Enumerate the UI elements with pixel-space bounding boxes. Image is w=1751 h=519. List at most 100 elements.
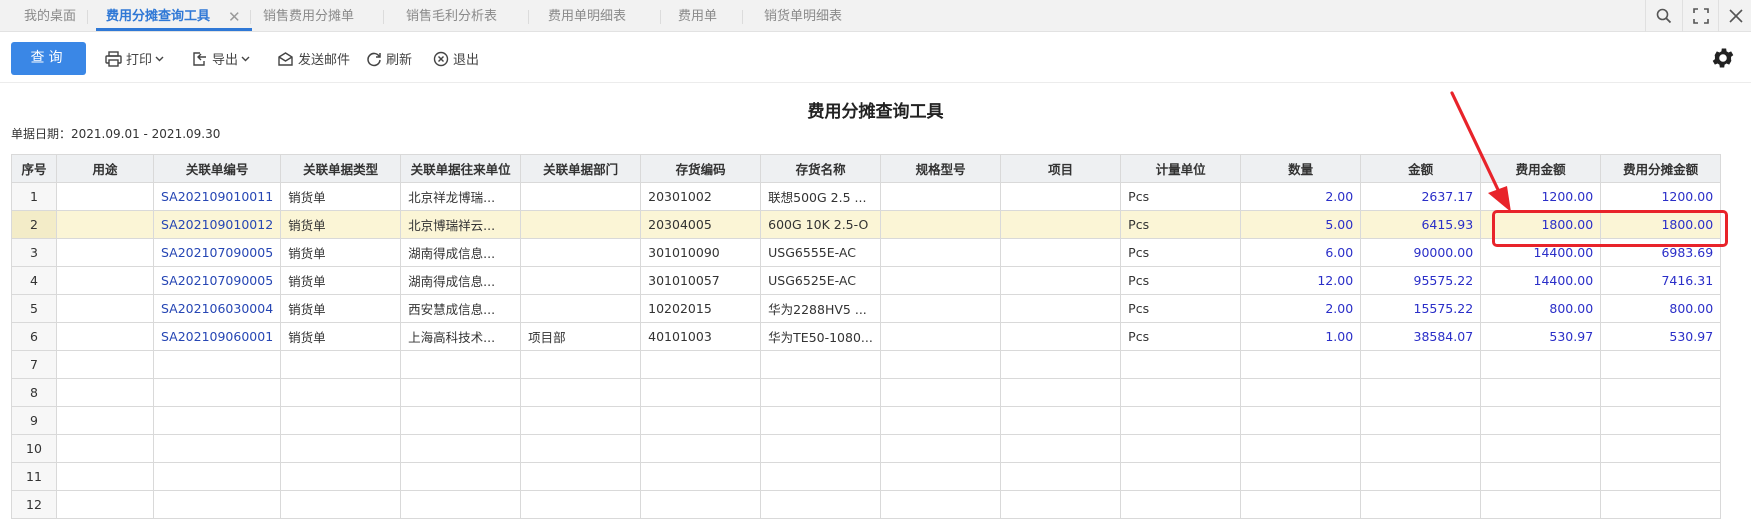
cell-dept	[520, 490, 642, 519]
tab-sales-gross-profit[interactable]: 销售毛利分析表	[406, 0, 497, 32]
cell-expense-amount	[1480, 462, 1602, 491]
header-project[interactable]: 项目	[1000, 154, 1122, 183]
header-spec[interactable]: 规格型号	[880, 154, 1002, 183]
header-item-code[interactable]: 存货编码	[640, 154, 762, 183]
table-row[interactable]: 1 SA202109010011 销货单 北京祥龙博瑞... 20301002 联想500…	[11, 182, 1722, 211]
cell-item-name: USG6525E-AC	[760, 266, 882, 295]
header-expense-amount[interactable]: 费用金额	[1480, 154, 1602, 183]
table-row[interactable]: 5 SA202106030004 销货单 西安慧成信息... 10202015 华为228…	[11, 294, 1722, 323]
tab-bar: 我的桌面 费用分摊查询工具 ✕ 销售费用分摊单 销售毛利分析表 费用单明细表 费…	[0, 0, 1751, 32]
cell-unit: Pcs	[1120, 322, 1242, 351]
header-index[interactable]: 序号	[11, 154, 57, 183]
cell-doc-no[interactable]: SA202109010012	[152, 210, 282, 239]
fullscreen-icon[interactable]	[1685, 0, 1717, 32]
cell-purpose	[56, 350, 154, 379]
active-tab-indicator	[96, 28, 252, 31]
refresh-label: 刷新	[386, 53, 413, 68]
cell-index: 7	[11, 350, 57, 379]
table-row[interactable]: 3 SA202107090005 销货单 湖南得成信息... 301010090 USG6…	[11, 238, 1722, 267]
header-purpose[interactable]: 用途	[56, 154, 154, 183]
cell-doc-type: 销货单	[280, 182, 402, 211]
cell-project	[1000, 490, 1122, 519]
cell-spec	[880, 294, 1002, 323]
table-row[interactable]: 10	[11, 434, 1722, 463]
cell-dept	[520, 294, 642, 323]
cell-index: 4	[11, 266, 57, 295]
exit-button[interactable]: 退出	[433, 42, 479, 75]
tab-expense-detail[interactable]: 费用单明细表	[548, 0, 626, 32]
cell-expense-amount: 14400.00	[1480, 238, 1602, 267]
header-allocated-amount[interactable]: 费用分摊金额	[1600, 154, 1722, 183]
close-icon[interactable]	[1720, 0, 1751, 32]
header-item-name[interactable]: 存货名称	[760, 154, 882, 183]
cell-dept	[520, 378, 642, 407]
refresh-button[interactable]: 刷新	[366, 42, 412, 75]
cell-expense-amount: 530.97	[1480, 322, 1602, 351]
cell-unit	[1120, 434, 1242, 463]
cell-purpose	[56, 322, 154, 351]
cell-project	[1000, 210, 1122, 239]
cell-item-name	[760, 434, 882, 463]
tab-sales-expense-allocation[interactable]: 销售费用分摊单	[263, 0, 354, 32]
cell-item-code	[640, 434, 762, 463]
cell-doc-no[interactable]: SA202109060001	[152, 322, 282, 351]
cell-doc-no[interactable]: SA202107090005	[152, 238, 282, 267]
export-button[interactable]: 导出	[191, 42, 254, 75]
window-separator	[1682, 0, 1683, 32]
cell-doc-no	[152, 434, 282, 463]
cell-partner: 西安慧成信息...	[400, 294, 522, 323]
cell-project	[1000, 434, 1122, 463]
header-linked-doc-type[interactable]: 关联单据类型	[280, 154, 402, 183]
table-row[interactable]: 11	[11, 462, 1722, 491]
cell-index: 10	[11, 434, 57, 463]
table-row[interactable]: 7	[11, 350, 1722, 379]
cell-index: 5	[11, 294, 57, 323]
print-button[interactable]: 打印	[105, 42, 168, 75]
header-amount[interactable]: 金额	[1360, 154, 1482, 183]
tab-my-desktop[interactable]: 我的桌面	[24, 0, 76, 32]
cell-amount	[1360, 434, 1482, 463]
export-label: 导出	[212, 53, 239, 68]
cell-spec	[880, 406, 1002, 435]
tab-sales-detail[interactable]: 销货单明细表	[764, 0, 842, 32]
header-linked-doc-no[interactable]: 关联单编号	[152, 154, 282, 183]
search-icon[interactable]	[1648, 0, 1680, 32]
cell-allocated-amount	[1600, 350, 1722, 379]
cell-amount	[1360, 406, 1482, 435]
tab-expense-voucher[interactable]: 费用单	[678, 0, 717, 32]
table-row[interactable]: 9	[11, 406, 1722, 435]
header-linked-partner[interactable]: 关联单据往来单位	[400, 154, 522, 183]
exit-label: 退出	[453, 53, 480, 68]
cell-item-name	[760, 490, 882, 519]
send-mail-button[interactable]: 发送邮件	[277, 42, 350, 75]
cell-amount: 6415.93	[1360, 210, 1482, 239]
cell-amount: 90000.00	[1360, 238, 1482, 267]
table-row[interactable]: 2 SA202109010012 销货单 北京博瑞祥云... 20304005 600G …	[11, 210, 1722, 239]
cell-doc-type	[280, 406, 402, 435]
exit-icon	[433, 51, 449, 66]
table-row[interactable]: 4 SA202107090005 销货单 湖南得成信息... 301010057 USG6…	[11, 266, 1722, 295]
cell-index: 2	[11, 210, 57, 239]
table-row[interactable]: 6 SA202109060001 销货单 上海高科技术... 项目部 40101003 华为…	[11, 322, 1722, 351]
cell-allocated-amount	[1600, 378, 1722, 407]
cell-partner	[400, 490, 522, 519]
cell-expense-amount: 14400.00	[1480, 266, 1602, 295]
cell-purpose	[56, 406, 154, 435]
header-unit[interactable]: 计量单位	[1120, 154, 1242, 183]
query-button[interactable]: 查询	[11, 42, 86, 75]
table-row[interactable]: 8	[11, 378, 1722, 407]
gear-icon[interactable]	[1710, 45, 1736, 71]
cell-spec	[880, 210, 1002, 239]
cell-dept	[520, 266, 642, 295]
table-row[interactable]: 12	[11, 490, 1722, 519]
cell-doc-no[interactable]: SA202109010011	[152, 182, 282, 211]
header-linked-dept[interactable]: 关联单据部门	[520, 154, 642, 183]
cell-doc-no[interactable]: SA202107090005	[152, 266, 282, 295]
cell-dept	[520, 350, 642, 379]
cell-partner	[400, 434, 522, 463]
cell-allocated-amount	[1600, 406, 1722, 435]
cell-item-code	[640, 350, 762, 379]
cell-partner	[400, 406, 522, 435]
cell-doc-no[interactable]: SA202106030004	[152, 294, 282, 323]
header-quantity[interactable]: 数量	[1240, 154, 1362, 183]
